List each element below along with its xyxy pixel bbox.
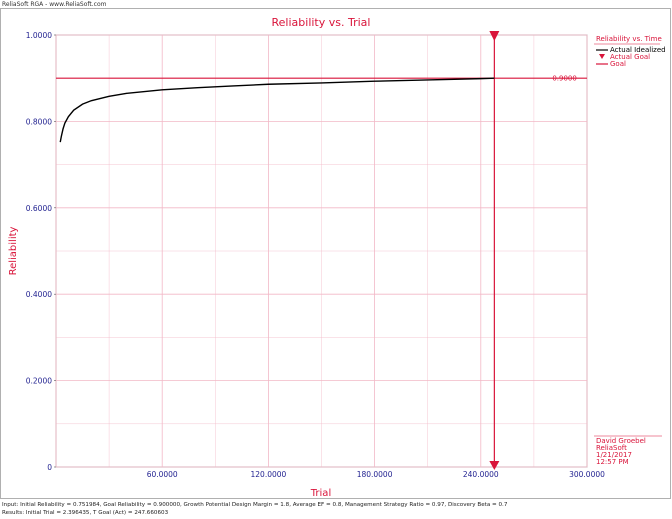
x-tick-label: 120.0000: [251, 470, 287, 479]
legend: Reliability vs. Time Actual Idealized Ac…: [594, 35, 666, 68]
author-stamp: David Groebel ReliaSoft 1/21/2017 12:57 …: [594, 435, 662, 466]
legend-swatch-actual-goal: [599, 54, 605, 59]
stamp-time: 12:57 PM: [596, 458, 629, 466]
x-tick-label: 60.0000: [147, 470, 178, 479]
y-tick-label: 0.2000: [26, 377, 52, 386]
x-tick-label: 240.0000: [463, 470, 499, 479]
footer-results-line: Results: Initial Trial = 2.396435, T Goa…: [2, 510, 169, 516]
legend-title: Reliability vs. Time: [596, 35, 662, 43]
y-tick-label: 0: [47, 463, 52, 472]
chart-window: ReliaSoft RGA - www.ReliaSoft.com 0 0.200…: [0, 0, 672, 519]
legend-entry-goal: Goal: [610, 60, 626, 68]
x-axis-title: Trial: [310, 488, 331, 499]
footer-input-line: Input: Initial Reliability = 0.751984, G…: [2, 502, 508, 508]
chart-canvas: 0 0.2000 0.4000 0.6000 0.8000 1.0000 60.0000 12…: [0, 8, 671, 499]
x-tick-label: 300.0000: [569, 470, 605, 479]
chart-title: Reliability vs. Trial: [272, 16, 371, 29]
y-tick-label: 1.0000: [26, 31, 52, 40]
x-tick-label: 180.0000: [357, 470, 393, 479]
goal-value-label: 0.9000: [552, 75, 577, 83]
y-tick-label: 0.4000: [26, 290, 52, 299]
y-tick-label: 0.6000: [26, 204, 52, 213]
y-axis-title: Reliability: [8, 226, 19, 275]
y-tick-label: 0.8000: [26, 117, 52, 126]
